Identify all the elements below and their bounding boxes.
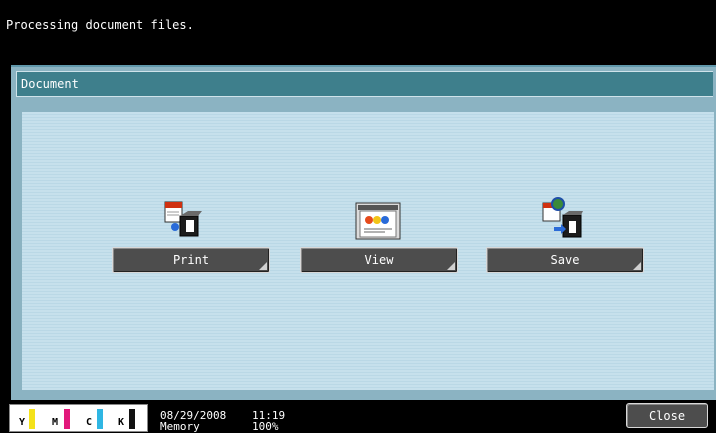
toner-label-black: K bbox=[118, 417, 125, 428]
view-icon bbox=[355, 202, 401, 240]
panel-title: Document bbox=[21, 77, 79, 91]
toner-bar-cyan bbox=[97, 409, 103, 429]
view-button[interactable]: View bbox=[300, 247, 458, 273]
view-button-label: View bbox=[364, 253, 394, 267]
toner-label-yellow: Y bbox=[19, 417, 26, 428]
print-button-label: Print bbox=[172, 253, 210, 267]
status-bar: Processing document files. bbox=[0, 0, 716, 62]
toner-bar-yellow bbox=[29, 409, 35, 429]
save-button[interactable]: Save bbox=[486, 247, 644, 273]
print-button[interactable]: Print bbox=[112, 247, 270, 273]
save-icon bbox=[542, 197, 583, 238]
toner-levels: Y M C K bbox=[9, 404, 148, 432]
close-button-label: Close bbox=[648, 408, 686, 423]
memory-value: 100% bbox=[252, 420, 279, 433]
document-panel: Document Print View Save bbox=[11, 65, 716, 402]
toner-bar-black bbox=[129, 409, 135, 429]
content-area: Print View Save bbox=[22, 112, 714, 390]
memory-label: Memory bbox=[160, 420, 200, 433]
status-message: Processing document files. bbox=[6, 18, 194, 32]
toner-bar-magenta bbox=[64, 409, 70, 429]
time-memory: 11:19 100% bbox=[252, 410, 285, 432]
save-button-label: Save bbox=[550, 253, 580, 267]
toner-label-magenta: M bbox=[52, 417, 59, 428]
close-button[interactable]: Close bbox=[626, 403, 708, 428]
toner-label-cyan: C bbox=[86, 417, 93, 428]
bottom-bar: Y M C K 08/29/2008 Memory 11:19 100% bbox=[0, 400, 716, 432]
print-icon bbox=[164, 201, 202, 237]
panel-header: Document bbox=[16, 71, 713, 97]
date-memory: 08/29/2008 Memory bbox=[160, 410, 226, 432]
